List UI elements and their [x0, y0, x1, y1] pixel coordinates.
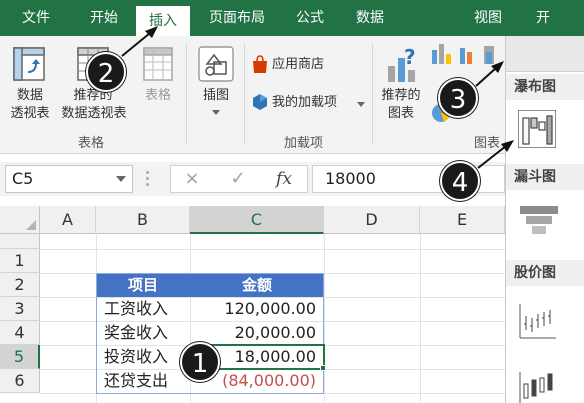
row-header-4[interactable]: 4: [0, 321, 40, 345]
insert-function-icon[interactable]: fx: [269, 166, 299, 192]
my-addins-icon[interactable]: [250, 92, 270, 112]
name-box[interactable]: C5: [5, 165, 133, 193]
pivot-table-icon[interactable]: [12, 46, 46, 82]
group-tables-label: 表格: [78, 136, 105, 151]
select-all-button[interactable]: [0, 206, 40, 234]
panel-toolbar: [506, 36, 584, 72]
gridline: [420, 234, 421, 403]
excel-window: 文件 开始 插入 页面布局 公式 数据 视图 开 数据 透视表 推荐的 数据透视…: [0, 0, 584, 403]
column-header-b[interactable]: B: [96, 206, 190, 234]
ribbon-tab-bar: 文件 开始 插入 页面布局 公式 数据 视图 开: [0, 0, 584, 36]
formula-bar: C5 × ✓ fx 18000: [0, 162, 505, 196]
row-header-3[interactable]: 3: [0, 297, 40, 321]
group-separator: [186, 44, 187, 144]
fill-handle[interactable]: [320, 365, 326, 371]
pivot-table-label-1: 数据: [16, 88, 43, 103]
tab-file[interactable]: 文件: [14, 0, 58, 36]
ribbon-body: 数据 透视表 推荐的 数据透视表 表格 表格 插图 应用商店 我的加载项 加载项…: [0, 36, 505, 154]
illustrations-label: 插图: [202, 88, 229, 103]
group-separator: [244, 44, 245, 144]
recommended-charts-label-1: 推荐的: [381, 88, 421, 103]
group-addins-label: 加载项: [284, 136, 324, 151]
worksheet-grid: A B C D E 1 2 3 4 5 6 项目 金额 工资收入 120,000…: [0, 206, 505, 403]
cancel-icon[interactable]: ×: [177, 166, 207, 192]
recommended-charts-icon[interactable]: ?: [384, 48, 420, 84]
table-label: 表格: [144, 88, 171, 103]
tab-developer[interactable]: 开: [528, 0, 558, 36]
tab-formulas[interactable]: 公式: [288, 0, 332, 36]
illustrations-icon[interactable]: [198, 46, 234, 82]
tab-insert[interactable]: 插入: [136, 4, 190, 36]
column-header-a[interactable]: A: [40, 206, 96, 234]
row-header-1[interactable]: 1: [0, 249, 40, 273]
stock-chart-alt-icon[interactable]: [518, 370, 558, 403]
group-charts-label: 图表: [474, 136, 501, 151]
tab-home[interactable]: 开始: [82, 0, 126, 36]
pivot-table-label-2: 透视表: [10, 106, 50, 121]
gridline: [324, 234, 325, 403]
formula-buttons: × ✓ fx: [170, 165, 308, 193]
chart-type-dropdown: 瀑布图 漏斗图 股价图: [505, 36, 584, 403]
group-separator: [372, 44, 373, 144]
enter-icon[interactable]: ✓: [223, 166, 253, 192]
name-box-dropdown-icon[interactable]: [116, 176, 126, 182]
stock-chart-icon[interactable]: [518, 300, 558, 340]
column-header-c[interactable]: C: [190, 206, 324, 234]
store-icon[interactable]: [250, 54, 270, 74]
section-waterfall-title: 瀑布图: [506, 74, 584, 100]
my-addins-label[interactable]: 我的加载项: [272, 95, 354, 111]
column-chart-icon[interactable]: [430, 40, 502, 66]
row-header-6[interactable]: 6: [0, 369, 40, 393]
column-header-e[interactable]: E: [420, 206, 505, 234]
my-addins-dropdown-icon[interactable]: [357, 102, 365, 107]
callout-badge-2: 2: [86, 52, 126, 92]
svg-text:?: ?: [404, 48, 416, 69]
callout-badge-3: 3: [438, 78, 478, 118]
section-stock-title: 股价图: [506, 260, 584, 286]
store-label[interactable]: 应用商店: [272, 57, 336, 73]
funnel-chart-icon[interactable]: [520, 204, 558, 240]
callout-badge-4: 4: [440, 161, 480, 201]
tab-view[interactable]: 视图: [466, 0, 510, 36]
table-icon[interactable]: [142, 46, 174, 82]
tab-data[interactable]: 数据: [348, 0, 392, 36]
waterfall-chart-icon[interactable]: [518, 110, 556, 148]
tab-page-layout[interactable]: 页面布局: [200, 0, 274, 36]
section-funnel-title: 漏斗图: [506, 164, 584, 190]
gridline: [40, 249, 505, 250]
illustrations-dropdown-icon[interactable]: [212, 110, 220, 115]
recommended-charts-label-2: 图表: [387, 106, 414, 121]
recommended-pivot-label-2: 数据透视表: [61, 106, 127, 121]
row-header-partial: [0, 234, 40, 249]
row-header-2[interactable]: 2: [0, 273, 40, 297]
formula-bar-grip-icon: [146, 171, 150, 187]
callout-badge-1: 1: [180, 342, 220, 382]
column-header-d[interactable]: D: [324, 206, 420, 234]
name-box-value: C5: [12, 169, 34, 188]
row-header-5[interactable]: 5: [0, 345, 40, 369]
